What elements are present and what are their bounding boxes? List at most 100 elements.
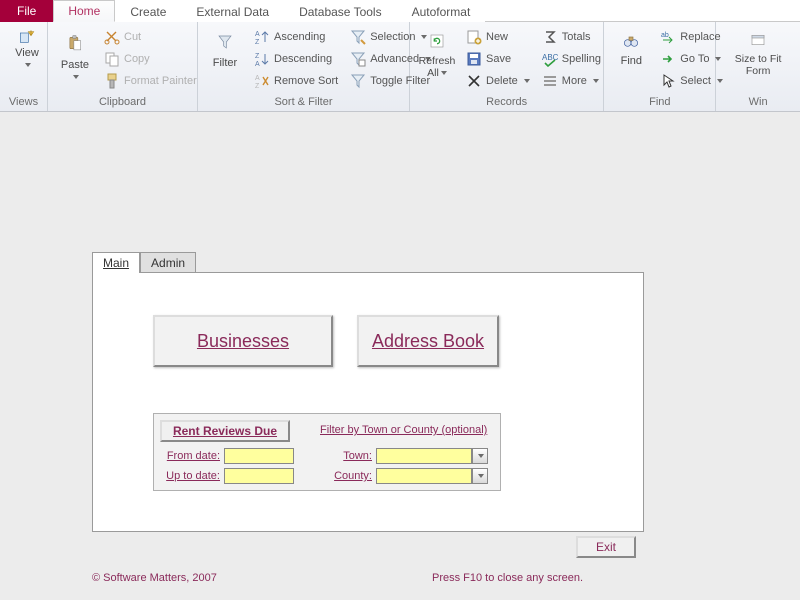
menu-tab-database-tools[interactable]: Database Tools: [284, 1, 397, 22]
size-to-fit-label: Size to Fit Form: [728, 53, 788, 77]
binoculars-icon: [619, 29, 643, 53]
size-to-fit-button[interactable]: Size to Fit Form: [722, 25, 794, 77]
find-button[interactable]: Find: [610, 25, 652, 67]
up-to-date-label: Up to date:: [164, 470, 220, 482]
delete-icon: [466, 73, 482, 89]
town-combo[interactable]: [376, 448, 488, 464]
new-record-icon: [466, 29, 482, 45]
county-input[interactable]: [376, 468, 472, 484]
svg-text:Z: Z: [255, 39, 260, 45]
menu-tab-create[interactable]: Create: [115, 1, 181, 22]
ribbon-group-find: Find ab Replace Go To Select Find: [604, 22, 716, 111]
county-dropdown-button[interactable]: [472, 468, 488, 484]
view-label: View: [15, 47, 39, 59]
ascending-button[interactable]: AZ Ascending: [250, 27, 342, 47]
form-panel-main: Businesses Address Book Rent Reviews Due…: [92, 272, 644, 532]
form-tab-admin[interactable]: Admin: [140, 252, 196, 273]
new-button[interactable]: New: [462, 27, 534, 47]
menu-tab-autoformat[interactable]: Autoformat: [397, 1, 486, 22]
paste-button[interactable]: Paste: [54, 25, 96, 83]
sort-filter-group-label: Sort & Filter: [204, 94, 403, 111]
rent-reviews-button-label: Rent Reviews Due: [173, 424, 277, 438]
svg-text:ABC: ABC: [542, 53, 558, 62]
view-button[interactable]: View: [6, 25, 48, 71]
ribbon-group-records: Refresh All New Save Delete: [410, 22, 604, 111]
select-label: Select: [680, 75, 711, 87]
ribbon-group-sort-filter: Filter AZ Ascending ZA Descending AZ Rem…: [198, 22, 410, 111]
rent-reviews-button[interactable]: Rent Reviews Due: [160, 420, 290, 442]
advanced-filter-icon: [350, 51, 366, 67]
refresh-all-label: Refresh All: [419, 55, 456, 79]
menu-tab-external-data[interactable]: External Data: [181, 1, 284, 22]
form-canvas: Main Admin Businesses Address Book Rent …: [0, 112, 800, 600]
save-button[interactable]: Save: [462, 49, 534, 69]
views-group-label: Views: [6, 94, 41, 111]
town-label: Town:: [332, 450, 372, 462]
toggle-filter-icon: [350, 73, 366, 89]
new-label: New: [486, 31, 508, 43]
select-icon: [660, 73, 676, 89]
filter-button[interactable]: Filter: [204, 25, 246, 69]
format-painter-label: Format Painter: [124, 75, 197, 87]
selection-label: Selection: [370, 31, 415, 43]
records-group-label: Records: [416, 94, 597, 111]
ribbon-group-views: View Views: [0, 22, 48, 111]
refresh-all-button[interactable]: Refresh All: [416, 25, 458, 79]
cut-button[interactable]: Cut: [100, 27, 201, 47]
chevron-down-icon: [73, 75, 79, 79]
town-input[interactable]: [376, 448, 472, 464]
chevron-down-icon: [25, 63, 31, 67]
totals-label: Totals: [562, 31, 591, 43]
filter-label: Filter: [213, 57, 237, 69]
refresh-icon: [426, 29, 448, 53]
copy-button[interactable]: Copy: [100, 49, 201, 69]
replace-label: Replace: [680, 31, 720, 43]
town-dropdown-button[interactable]: [472, 448, 488, 464]
from-date-input[interactable]: [224, 448, 294, 464]
copy-icon: [104, 51, 120, 67]
spelling-label: Spelling: [562, 53, 601, 65]
window-group-label: Win: [722, 94, 794, 111]
footer-copyright: © Software Matters, 2007: [92, 572, 217, 584]
fit-form-icon: [747, 29, 769, 51]
menu-tab-home[interactable]: Home: [53, 0, 115, 22]
exit-button[interactable]: Exit: [576, 536, 636, 558]
menu-tab-file[interactable]: File: [0, 0, 53, 22]
more-button[interactable]: More: [538, 71, 605, 91]
replace-icon: ab: [660, 29, 676, 45]
totals-button[interactable]: Totals: [538, 27, 605, 47]
more-label: More: [562, 75, 587, 87]
find-group-label: Find: [610, 94, 709, 111]
form-tab-main[interactable]: Main: [92, 252, 140, 273]
goto-label: Go To: [680, 53, 709, 65]
paste-label: Paste: [61, 59, 89, 71]
svg-text:Z: Z: [255, 53, 260, 60]
sigma-icon: [542, 29, 558, 45]
delete-button[interactable]: Delete: [462, 71, 534, 91]
clipboard-group-label: Clipboard: [54, 94, 191, 111]
ribbon-group-clipboard: Paste Cut Copy Format Painter Clipboard: [48, 22, 198, 111]
svg-text:A: A: [255, 75, 260, 82]
from-date-label: From date:: [164, 450, 220, 462]
descending-button[interactable]: ZA Descending: [250, 49, 342, 69]
chevron-down-icon: [593, 79, 599, 83]
cut-label: Cut: [124, 31, 141, 43]
funnel-icon: [214, 29, 236, 55]
spelling-button[interactable]: ABC Spelling: [538, 49, 605, 69]
businesses-button-label: Businesses: [197, 331, 289, 351]
format-painter-button[interactable]: Format Painter: [100, 71, 201, 91]
chevron-down-icon: [441, 71, 447, 75]
ribbon-group-window: Size to Fit Form Win: [716, 22, 800, 111]
ribbon: View Views Paste Cut Copy: [0, 22, 800, 112]
exit-button-label: Exit: [596, 540, 616, 554]
goto-icon: [660, 51, 676, 67]
spellcheck-icon: ABC: [542, 51, 558, 67]
up-to-date-input[interactable]: [224, 468, 294, 484]
filter-by-town-link[interactable]: Filter by Town or County (optional): [320, 424, 487, 436]
businesses-button[interactable]: Businesses: [153, 315, 333, 367]
remove-sort-button[interactable]: AZ Remove Sort: [250, 71, 342, 91]
address-book-button[interactable]: Address Book: [357, 315, 499, 367]
ascending-label: Ascending: [274, 31, 325, 43]
save-icon: [466, 51, 482, 67]
county-combo[interactable]: [376, 468, 488, 484]
